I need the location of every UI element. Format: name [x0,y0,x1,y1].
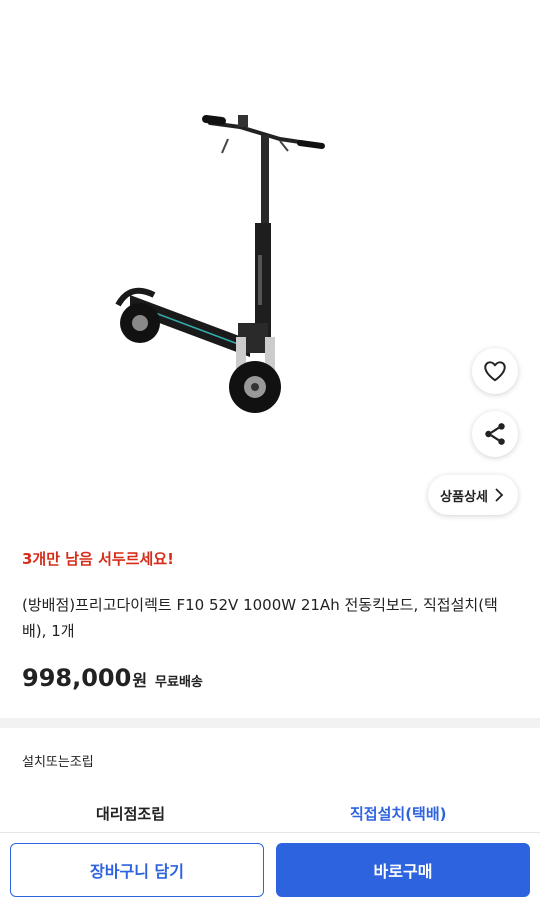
product-image-area[interactable]: 상품상세 [0,0,540,530]
wishlist-button[interactable] [472,348,518,394]
chevron-right-icon [495,488,504,502]
heart-icon [484,361,506,382]
section-divider [0,718,540,728]
price-row: 998,000 원 무료배송 [22,664,203,692]
add-to-cart-button[interactable]: 장바구니 담기 [10,843,264,897]
bottom-action-bar: 장바구니 담기 바로구매 [0,832,540,908]
share-icon [485,423,505,445]
product-title: (방배점)프리고다이렉트 F10 52V 1000W 21Ah 전동킥보드, 직… [22,596,498,640]
stock-notice: 3개만 남음 서두르세요! [22,550,174,568]
option-self-install[interactable]: 직접설치(택배) [350,803,447,824]
shipping-info: 무료배송 [155,675,203,690]
product-detail-button[interactable]: 상품상세 [428,475,518,515]
option-label: 설치또는조립 [22,755,94,770]
product-detail-label: 상품상세 [440,489,488,505]
share-button[interactable] [472,411,518,457]
option-dealer-assembly[interactable]: 대리점조립 [96,803,165,824]
price-currency: 원 [132,671,148,690]
price-value: 998,000 [22,664,132,692]
buy-now-button[interactable]: 바로구매 [276,843,530,897]
scooter-image [115,115,325,413]
